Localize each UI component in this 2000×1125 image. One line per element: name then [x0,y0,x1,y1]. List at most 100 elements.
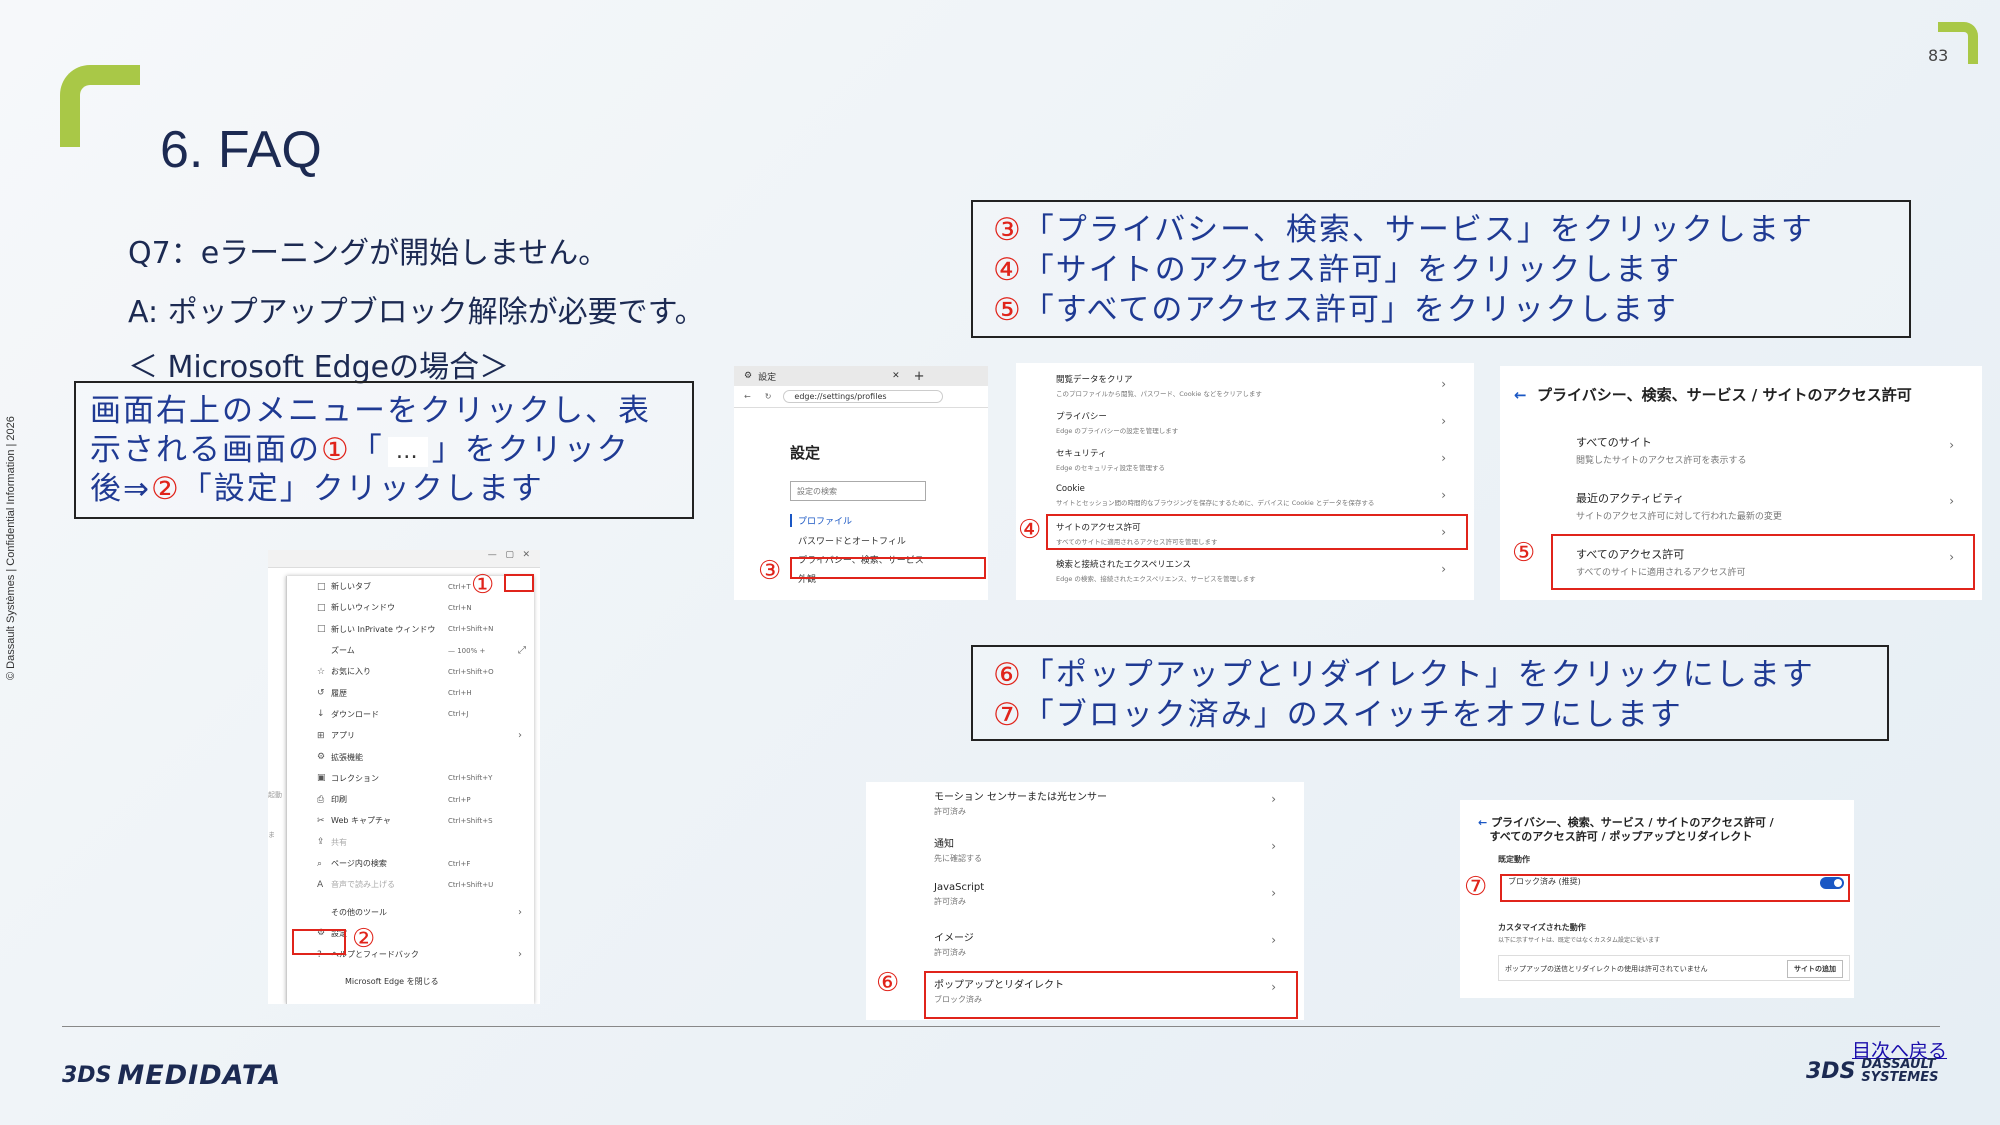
menu-item-label: ダウンロード [331,709,379,719]
menu-item-icon: A [317,879,324,890]
step-7: ⑦「ブロック済み」のスイッチをオフにします [993,697,1683,733]
menu-item[interactable]: ↓ ダウンロード Ctrl+J [287,704,534,725]
settings-row-title: イメージ [934,933,974,944]
menu-item-icon: □ [317,581,326,592]
menu-item-label: ヘルプとフィードバック [331,950,419,960]
menu-item-shortcut: Ctrl+Shift+Y [448,774,493,783]
settings-row-title: Cookie [1056,484,1085,494]
marker-3: ③ [758,556,782,586]
chevron-right-icon: ⤢ [518,645,526,657]
back-arrow-icon[interactable]: ← [1478,816,1487,829]
site-permissions-screenshot: ← プライバシー、検索、サービス / サイトのアクセス許可 すべてのサイト 閲覧し… [1500,366,1982,600]
settings-row-subtitle: このプロファイルから閲覧、パスワード、Cookie などをクリアします [1056,390,1262,398]
window-controls: — ▢ ✕ [268,550,540,568]
menu-item[interactable]: ⎙ 印刷 Ctrl+P [287,789,534,810]
settings-row[interactable]: セキュリティ Edge のセキュリティ設定を管理する › [1056,447,1454,472]
settings-row[interactable]: プライバシー Edge のプライバシーの設定を管理します › [1056,410,1454,435]
chevron-right-icon: › [1271,792,1276,806]
step-6: ⑥「ポップアップとリダイレクト」をクリックにします [993,657,1815,693]
chevron-right-icon: › [1271,839,1276,853]
back-icon[interactable]: ← [744,392,751,401]
menu-item-icon: ✂ [317,815,325,826]
refresh-icon[interactable]: ↻ [765,392,772,401]
highlight-privacy [790,557,986,579]
menu-item-label: ズーム [331,646,355,656]
settings-row[interactable]: JavaScript 許可済み › [934,882,1284,907]
menu-item[interactable]: ⊞ アプリ › [287,725,534,746]
menu-item-label: コレクション [331,773,379,783]
settings-row[interactable]: イメージ 許可済み › [934,929,1284,958]
settings-row-subtitle: 先に確認する [934,854,982,863]
menu-item[interactable]: ⇪ 共有 [287,832,534,853]
settings-row-title: すべてのサイト [1576,436,1652,449]
menu-item[interactable]: □ 新しい InPrivate ウィンドウ Ctrl+Shift+N [287,619,534,640]
answer-text: A: ポップアップブロック解除が必要です。 [128,295,705,330]
settings-row-subtitle: Edge のプライバシーの設定を管理します [1056,427,1179,435]
menu-item[interactable]: A 音声で読み上げる Ctrl+Shift+U [287,874,534,895]
nav-profiles[interactable]: プロファイル [790,514,852,527]
new-tab-icon[interactable]: + [914,369,925,384]
menu-item-icon: ⌕ [317,858,323,869]
step-3: ③「プライバシー、検索、サービス」をクリックします [993,212,1814,248]
instruction-box-left: 画面右上のメニューをクリックし、表 示される画面の①「… 」をクリック 後⇒②「設… [74,381,694,519]
chevron-right-icon: › [518,906,522,918]
menu-item-label: Microsoft Edge を閉じる [345,977,439,987]
add-site-button[interactable]: サイトの追加 [1787,960,1843,978]
settings-row[interactable]: 検索と接続されたエクスペリエンス Edge の検索、接続されたエクスペリエンス、サ… [1056,558,1454,583]
menu-item-label: 印刷 [331,795,347,805]
menu-item[interactable]: ⚙ 拡張機能 [287,746,534,767]
tab-settings[interactable]: 設定 [758,370,878,383]
nav-passwords[interactable]: パスワードとオートフィル [798,534,906,547]
popup-title: ← プライバシー、検索、サービス / サイトのアクセス許可 / すべてのアクセス… [1478,816,1774,843]
menu-item-shortcut: Ctrl+N [448,603,472,612]
address-field[interactable]: edge://settings/profiles [783,390,944,403]
menu-item-label: 設定 [331,928,347,938]
chevron-right-icon: › [1949,438,1954,452]
confidential-notice: © Dassault Systèmes | Confidential Infor… [5,416,17,680]
menu-item[interactable]: □ 新しいウィンドウ Ctrl+N [287,597,534,618]
settings-row[interactable]: すべてのサイト 閲覧したサイトのアクセス許可を表示する › [1576,434,1962,466]
menu-item[interactable]: ✂ Web キャプチャ Ctrl+Shift+S [287,810,534,831]
menu-item-shortcut: Ctrl+P [448,795,471,804]
menu-item[interactable]: □ 新しいタブ Ctrl+T [287,576,534,597]
settings-row[interactable]: 通知 先に確認する › [934,835,1284,864]
browser-tab-bar: ⚙ 設定 ✕ + [734,366,988,386]
menu-item[interactable]: ⌕ ページ内の検索 Ctrl+F [287,853,534,874]
chevron-right-icon: › [1949,494,1954,508]
menu-item-icon: ⎙ [317,794,325,805]
marker-1: ① [471,570,495,600]
dassault-logo: 3DS DASSAULT SYSTEMES [1806,1057,1939,1085]
menu-item[interactable]: Microsoft Edge を閉じる [287,971,534,992]
question-text: Q7：eラーニングが開始しません。 [128,236,609,271]
marker-2: ② [352,924,376,954]
menu-item-label: 履歴 [331,688,347,698]
step-5: ⑤「すべてのアクセス許可」をクリックします [993,292,1678,328]
settings-row[interactable]: モーション センサーまたは光センサー 許可済み › [934,788,1284,817]
menu-item[interactable]: ↺ 履歴 Ctrl+H [287,682,534,703]
settings-heading: 設定 [790,444,821,462]
page-number: 83 [1928,46,1949,65]
menu-item[interactable]: ▣ コレクション Ctrl+Shift+Y [287,768,534,789]
instruction-line-3: 後⇒②「設定」クリックします [90,471,544,507]
settings-row[interactable]: Cookie サイトとセッション間の時間的なブラウジングを保存にするために、デバイ… [1056,484,1454,507]
settings-row[interactable]: 最近のアクティビティ サイトのアクセス許可に対して行われた最新の変更 › [1576,490,1962,522]
close-tab-icon[interactable]: ✕ [892,371,900,381]
menu-item-label: 新しい InPrivate ウィンドウ [331,624,436,634]
medidata-logo: 3DS MEDIDATA [62,1060,282,1091]
3ds-mark-icon: 3DS [62,1063,112,1088]
edge-menu-screenshot: — ▢ ✕ 起動 ま □ 新しいタブ Ctrl+T □ 新しいウィンドウ Ctrl+N □ 新… [268,550,540,1004]
menu-item-label: ページ内の検索 [331,859,387,868]
chevron-right-icon: › [1441,414,1446,428]
highlight-all-permissions [1551,534,1975,590]
menu-item[interactable]: その他のツール › [287,901,534,922]
highlight-toggle [1500,874,1850,902]
menu-item[interactable]: ☆ お気に入り Ctrl+Shift+O [287,661,534,682]
highlight-site-permissions [1046,514,1468,550]
menu-item[interactable]: ズーム — 100% + ⤢ [287,640,534,661]
menu-item-icon: □ [317,624,326,635]
menu-item-label: 共有 [331,837,347,847]
back-arrow-icon[interactable]: ← [1514,386,1527,404]
menu-item-icon: ⚙ [317,752,326,763]
settings-search-input[interactable]: 設定の検索 [790,481,926,501]
settings-row[interactable]: 閲覧データをクリア このプロファイルから閲覧、パスワード、Cookie などをクリ… [1056,373,1454,398]
